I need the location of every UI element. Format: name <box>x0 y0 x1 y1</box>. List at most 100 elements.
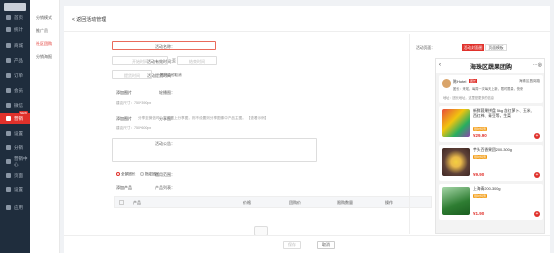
stats-icon <box>6 27 11 32</box>
store-name: 陈Hotel <box>453 79 467 84</box>
banner-add-button[interactable]: 添加图片 <box>116 90 132 96</box>
banner-label: 轮播图： <box>159 90 175 95</box>
to-label: 至 <box>172 58 176 63</box>
add-cart-icon[interactable]: + <box>534 133 540 139</box>
order-icon <box>6 73 11 78</box>
cancel-button[interactable]: 取消 <box>317 241 335 249</box>
main-panel: < 返回活动管理 活动名称： 活动有效时间： 开始时间 至 结束时间 活动提货时… <box>64 6 550 253</box>
store-desc2: 地址：团长地址，这里是更多的信息 <box>443 96 494 100</box>
home-icon <box>6 15 11 20</box>
submenu: 分销模式 推广员 社区团购 分销海报 <box>30 0 60 253</box>
add-cart-icon[interactable]: + <box>534 211 540 217</box>
sidebar-item-order[interactable]: 订单 <box>0 70 30 81</box>
product-tag: 限时特惠 <box>473 155 488 159</box>
sidebar-item-product[interactable]: 产品 <box>0 55 30 66</box>
add-cart-icon[interactable]: + <box>534 172 540 178</box>
store-desc: 团长：来啦，每周一次每天上新，限时限量，快来 <box>453 87 524 91</box>
submenu-item[interactable]: 推广员 <box>36 28 48 34</box>
submenu-item-active[interactable]: 社区团购 <box>36 41 52 47</box>
pickup-time-input[interactable]: 提货时间 <box>112 70 152 79</box>
product-image <box>442 109 470 137</box>
sidebar-item-member[interactable]: 会员 <box>0 85 30 96</box>
sidebar-item-marketing[interactable]: 营销 NEW <box>0 111 30 124</box>
preview-label: 活动页面： <box>416 46 435 50</box>
distribution-icon <box>6 145 11 150</box>
tab-template[interactable]: 页面模板 <box>485 44 507 51</box>
page-icon <box>6 173 11 178</box>
new-badge: NEW <box>19 111 28 115</box>
radio-icon <box>140 172 144 177</box>
footer-bar: 保存 取消 <box>64 235 550 253</box>
pickup-hint: 提货后可取消 <box>160 73 182 77</box>
name-input[interactable] <box>112 41 216 50</box>
column-header: 产品 <box>133 200 141 205</box>
start-time-input[interactable]: 开始时间 <box>112 56 168 65</box>
scope-all-radio[interactable]: 全部团长 <box>116 172 135 177</box>
select-all-checkbox[interactable] <box>119 200 124 205</box>
sidebar-item-stats[interactable]: 统计 <box>0 24 30 35</box>
more-icon: ⋯◎ <box>532 62 542 68</box>
column-header: 操作 <box>385 200 393 205</box>
end-time-input[interactable]: 结束时间 <box>177 56 217 65</box>
sidebar-item-distribution[interactable]: 分销 <box>0 142 30 153</box>
sidebar-item-center[interactable]: 营销中心 <box>0 156 30 167</box>
sidebar-item-shop[interactable]: 商城 <box>0 40 30 51</box>
sidebar-item-wechat[interactable]: 微信 <box>0 100 30 111</box>
back-link[interactable]: < 返回活动管理 <box>72 16 106 23</box>
avatar <box>442 79 451 88</box>
product-table-header: 产品 价格 团购价 限购数量 操作 <box>114 196 432 208</box>
store-address: 海珠区昌岗路 <box>519 79 540 83</box>
product-tag: 限时特惠 <box>473 194 488 198</box>
store-card: 陈Hotel 团长 海珠区昌岗路 团长：来啦，每周一次每天上新，限时限量，快来 … <box>439 75 543 103</box>
product-icon <box>6 58 11 63</box>
scope-some-radio[interactable]: 指定团长 <box>140 172 159 177</box>
product-label: 产品列表： <box>155 185 175 190</box>
radio-checked-icon <box>116 172 120 177</box>
share-hint: 分享至微信时，未设置上分享图，则不设置则分享图像中产品主图。 【查看示例】 <box>138 116 269 120</box>
share-add-button[interactable]: 添加图片 <box>116 116 132 122</box>
product-name: 上海青200-300g <box>473 187 501 191</box>
divider <box>64 31 550 32</box>
member-icon <box>6 88 11 93</box>
notice-textarea[interactable] <box>112 138 317 162</box>
product-price: ¥1.90 <box>473 211 485 216</box>
product-price: ¥29.90 <box>473 133 487 138</box>
submenu-item[interactable]: 分销模式 <box>36 15 52 21</box>
shop-icon <box>6 43 11 48</box>
banner-hint: 建议尺寸：750*390px <box>116 101 152 105</box>
preview-title: 海珠区蔬果团购 <box>469 65 512 71</box>
marketing-icon <box>6 116 11 121</box>
apps-icon <box>6 205 11 210</box>
save-button[interactable]: 保存 <box>283 241 301 249</box>
center-icon <box>6 159 11 164</box>
product-name: 芋头百香果团200-300g <box>473 148 512 152</box>
settings-icon <box>6 131 11 136</box>
share-size-hint: 建议尺寸：750*600px <box>116 126 152 130</box>
column-header: 价格 <box>243 200 251 205</box>
sidebar-item-settings[interactable]: 设置 <box>0 128 30 139</box>
tab-cover[interactable]: 活动封面图 <box>462 44 484 51</box>
store-badge: 团长 <box>469 79 478 83</box>
product-name: 新鲜蔬果拼盘 5kg 含红萝卜、玉米、西红柿、青豆等，生菜 <box>473 109 535 118</box>
gear-icon <box>6 187 11 192</box>
submenu-item[interactable]: 分销海报 <box>36 54 52 60</box>
wechat-icon <box>6 103 11 108</box>
sidebar-item-home[interactable]: 首页 <box>0 12 30 23</box>
phone-header: ‹ 海珠区蔬果团购 ⋯◎ <box>436 59 544 73</box>
sidebar-item-gear[interactable]: 设置 <box>0 184 30 195</box>
product-card[interactable]: 新鲜蔬果拼盘 5kg 含红萝卜、玉米、西红柿、青豆等，生菜 限时特惠 ¥29.9… <box>439 106 543 142</box>
sidebar-item-page[interactable]: 页面 <box>0 170 30 181</box>
product-card[interactable]: 上海青200-300g 限时特惠 ¥1.90 + <box>439 184 543 220</box>
product-image <box>442 148 470 176</box>
product-image <box>442 187 470 215</box>
column-header: 限购数量 <box>337 200 353 205</box>
column-header: 团购价 <box>289 200 301 205</box>
preview-panel: 活动页面： 活动封面图 页面模板 ‹ 海珠区蔬果团购 ⋯◎ 陈Hotel 团长 … <box>409 34 547 234</box>
phone-preview: ‹ 海珠区蔬果团购 ⋯◎ 陈Hotel 团长 海珠区昌岗路 团长：来啦，每周一次… <box>435 58 545 234</box>
logo <box>4 3 26 11</box>
product-tag: 限时特惠 <box>473 127 488 131</box>
add-product-button[interactable]: 添加产品 <box>116 185 132 191</box>
sidebar-item-apps[interactable]: 应用 <box>0 202 30 213</box>
product-price: ¥9.90 <box>473 172 485 177</box>
product-card[interactable]: 芋头百香果团200-300g 限时特惠 ¥9.90 + <box>439 145 543 181</box>
